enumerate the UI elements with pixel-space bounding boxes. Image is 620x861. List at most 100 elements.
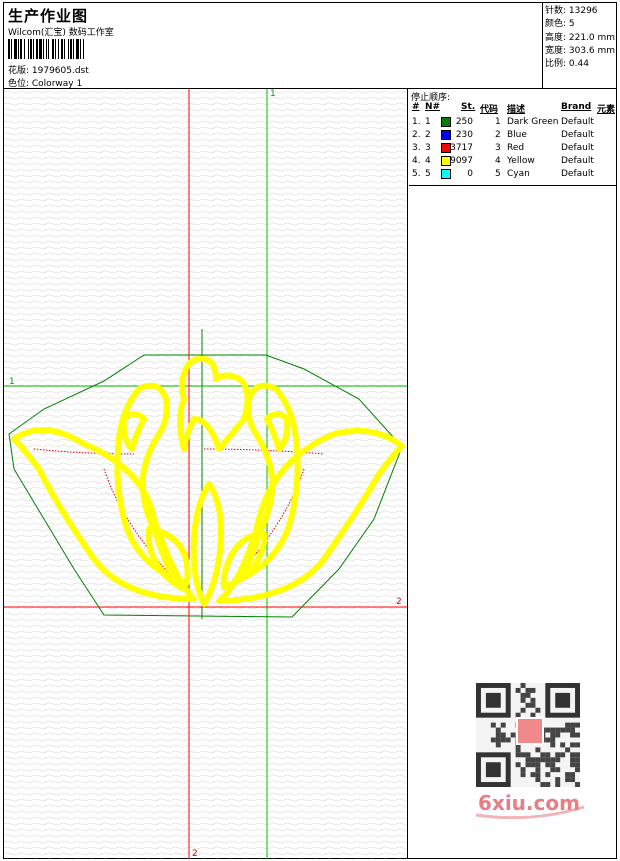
qr-finder-square — [485, 692, 501, 708]
qr-module — [505, 737, 511, 743]
col-header-brand: Brand — [561, 102, 592, 112]
row-color-name: Red — [507, 143, 525, 153]
qr-module — [545, 772, 551, 778]
row-brand: Default — [561, 156, 594, 166]
qr-module — [555, 732, 561, 738]
red-guide-bottom-label: 2 — [192, 849, 198, 859]
qr-module — [540, 782, 546, 787]
row-index: 5. — [412, 169, 421, 179]
qr-module — [520, 697, 526, 703]
qr-module — [545, 762, 551, 768]
color-swatch — [441, 130, 451, 140]
qr-module — [550, 737, 556, 743]
qr-module — [575, 782, 580, 787]
qr-module — [570, 727, 576, 733]
barcode-bar — [52, 39, 54, 59]
qr-module — [560, 727, 566, 733]
stitch-count: 针数: 13296 — [545, 6, 598, 16]
qr-module — [545, 757, 551, 763]
green-guide-top-label: 1 — [270, 89, 276, 99]
green-guide-left-label: 1 — [9, 377, 15, 387]
qr-module — [495, 732, 501, 738]
qr-module — [520, 752, 526, 758]
barcode-bar — [83, 39, 84, 59]
qr-module — [550, 727, 556, 733]
sequence-row: 2. 2 230 2 Blue Default — [409, 129, 616, 142]
qr-module — [510, 732, 516, 738]
qr-module — [535, 767, 541, 773]
page-title: 生产作业图 — [8, 7, 89, 25]
row-index: 2. — [412, 130, 421, 140]
qr-module — [535, 757, 541, 763]
barcode-bar — [64, 39, 65, 59]
qr-module — [570, 742, 576, 748]
barcode-bar — [28, 39, 29, 59]
barcode-bar — [61, 39, 63, 59]
barcode-bar — [46, 39, 47, 59]
row-brand: Default — [561, 130, 594, 140]
barcode-bar — [76, 39, 79, 59]
row-color-name: Dark Green — [507, 117, 559, 127]
row-index: 3. — [412, 143, 421, 153]
row-stitches: 3717 — [450, 143, 473, 153]
production-sheet: 生产作业图 Wilcom(汇宝) 数码工作室 花版: 1979605.dst 色… — [3, 2, 617, 859]
qr-module — [525, 762, 531, 768]
qr-module — [520, 683, 526, 688]
qr-module — [555, 777, 561, 783]
row-brand: Default — [561, 143, 594, 153]
qr-module — [520, 767, 526, 773]
qr-module — [575, 722, 580, 728]
barcode-bar — [20, 39, 22, 59]
barcode-bar — [8, 39, 10, 59]
qr-module — [550, 757, 556, 763]
barcode-bar — [33, 39, 34, 59]
qr-logo-badge — [516, 717, 544, 745]
qr-module — [540, 752, 546, 758]
qr-module — [570, 757, 576, 763]
color-swatch — [441, 169, 451, 179]
qr-module — [550, 767, 556, 773]
design-info-box: 针数: 13296 颜色: 5 高度: 221.0 mm 宽度: 303.6 m… — [542, 3, 616, 89]
row-stitches: 230 — [455, 130, 473, 140]
qr-module — [530, 697, 536, 703]
qr-module — [565, 777, 571, 783]
barcode-bar — [70, 39, 72, 59]
row-color-name: Yellow — [507, 156, 535, 166]
red-guide-right-label: 2 — [396, 597, 402, 607]
qr-module — [490, 722, 496, 728]
watermark-text: 6xiu.com — [478, 791, 580, 815]
qr-module — [530, 757, 536, 763]
col-header-hash: # — [412, 102, 420, 112]
site-watermark: 6xiu.com — [472, 681, 588, 821]
qr-module — [575, 757, 580, 763]
qr-module — [565, 727, 571, 733]
row-brand: Default — [561, 169, 594, 179]
colorway-label: 色位: Colorway 1 — [8, 79, 83, 89]
barcode-bar — [18, 39, 19, 59]
barcode-bar — [48, 39, 49, 59]
qr-module — [545, 782, 551, 787]
qr-module — [515, 747, 521, 753]
qr-module — [520, 692, 526, 698]
row-stitches: 0 — [467, 169, 473, 179]
qr-module — [550, 762, 556, 768]
qr-module — [560, 742, 566, 748]
qr-module — [555, 782, 561, 787]
barcode-bar — [24, 39, 25, 59]
qr-module — [495, 742, 501, 748]
qr-module — [565, 747, 571, 753]
design-width: 宽度: 303.6 mm — [545, 45, 616, 56]
qr-module — [540, 757, 546, 763]
row-color-name: Blue — [507, 130, 527, 140]
qr-module — [575, 742, 580, 748]
sheet-header: 生产作业图 Wilcom(汇宝) 数码工作室 花版: 1979605.dst 色… — [4, 3, 616, 89]
qr-module — [535, 762, 541, 768]
sequence-row: 4. 4 9097 4 Yellow Default — [409, 155, 616, 168]
qr-module — [570, 752, 576, 758]
qr-module — [570, 762, 576, 768]
color-count: 颜色: 5 — [545, 19, 575, 30]
row-number: 2 — [425, 130, 431, 140]
barcode-bar — [55, 39, 56, 59]
row-stitches: 250 — [455, 117, 473, 127]
qr-module — [545, 737, 551, 743]
